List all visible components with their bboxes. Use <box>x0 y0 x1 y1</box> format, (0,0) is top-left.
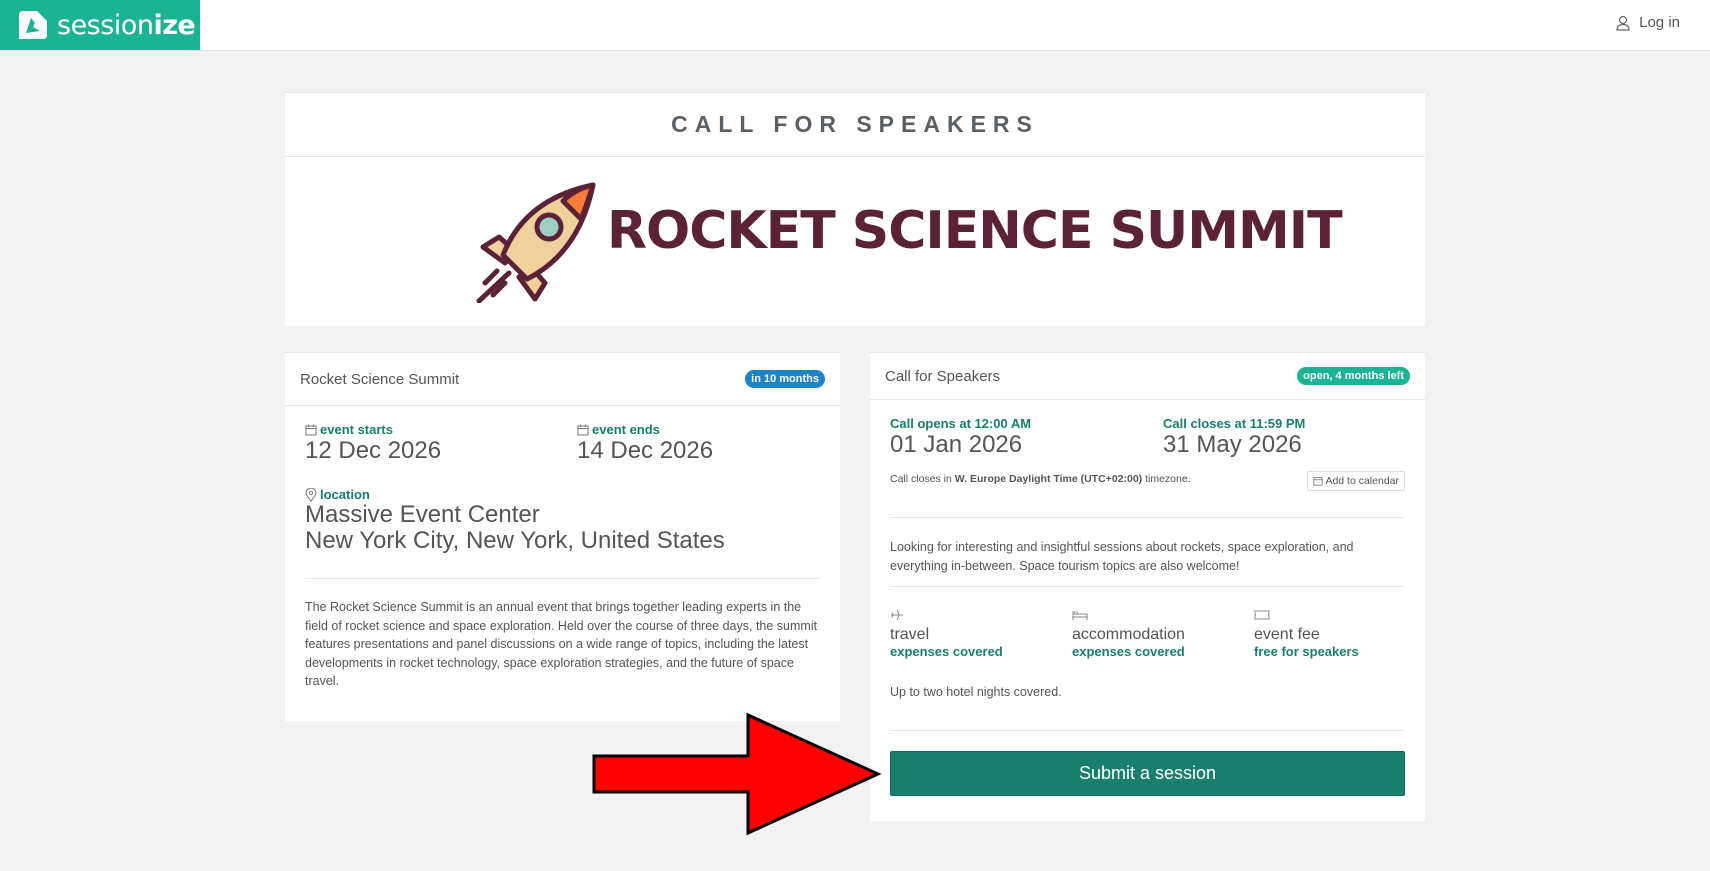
expenses-note: Up to two hotel nights covered. <box>890 685 1062 699</box>
event-location: location Massive Event Center New York C… <box>305 487 725 554</box>
rocket-icon <box>476 182 596 303</box>
red-arrow-annotation <box>592 712 882 836</box>
call-closes: Call closes at 11:59 PM 31 May 2026 <box>1163 416 1305 459</box>
expense-value: expenses covered <box>1072 644 1185 659</box>
plane-icon <box>891 609 903 621</box>
expense-event-fee: event fee free for speakers <box>1254 608 1359 659</box>
event-ends-label: event ends <box>577 422 713 437</box>
timezone-name: W. Europe Daylight Time (UTC+02:00) <box>954 473 1143 485</box>
expense-title: event fee <box>1254 626 1320 643</box>
call-for-speakers-card: Call for Speakers open, 4 months left Ca… <box>870 352 1425 821</box>
cfs-card-title: Call for Speakers <box>885 367 1001 385</box>
event-starts: event starts 12 Dec 2026 <box>305 422 441 465</box>
expense-title: accommodation <box>1072 626 1185 643</box>
expense-title: travel <box>890 626 930 643</box>
event-card-header: Rocket Science Summit in 10 months <box>285 353 840 406</box>
brand-name: sessionize <box>57 9 196 41</box>
call-opens-value: 01 Jan 2026 <box>890 431 1023 458</box>
divider <box>305 578 820 579</box>
event-ends: event ends 14 Dec 2026 <box>577 422 713 465</box>
sessionize-logo-icon <box>19 11 47 39</box>
event-ends-value: 14 Dec 2026 <box>577 437 714 464</box>
calendar-icon <box>577 424 589 435</box>
cfs-description: Looking for interesting and insightful s… <box>890 540 1354 573</box>
expense-accommodation: accommodation expenses covered <box>1072 608 1185 659</box>
submit-session-button[interactable]: Submit a session <box>890 751 1405 796</box>
calendar-icon <box>305 424 317 435</box>
bed-icon <box>1072 611 1088 620</box>
call-closes-value: 31 May 2026 <box>1163 431 1302 458</box>
add-to-calendar-button[interactable]: Add to calendar <box>1307 471 1405 491</box>
map-pin-icon <box>305 487 317 502</box>
expense-value: free for speakers <box>1254 644 1359 659</box>
event-logo-title: ROCKET SCIENCE SUMMIT <box>607 201 1343 261</box>
login-link[interactable]: Log in <box>1616 14 1680 31</box>
event-logo: ROCKET SCIENCE SUMMIT <box>475 179 1343 303</box>
call-closes-label: Call closes at 11:59 PM <box>1163 416 1306 431</box>
divider <box>890 730 1405 731</box>
expense-travel: travel expenses covered <box>890 608 1003 659</box>
event-time-badge: in 10 months <box>745 370 825 388</box>
sessionize-logo[interactable]: sessionize <box>0 0 200 50</box>
event-name: Rocket Science Summit <box>300 370 460 388</box>
expense-value: expenses covered <box>890 644 1003 659</box>
calendar-icon <box>1313 477 1324 486</box>
event-description: The Rocket Science Summit is an annual e… <box>305 600 818 688</box>
user-icon <box>1616 15 1630 31</box>
location-venue: Massive Event Center <box>305 501 540 528</box>
timezone-note: Call closes in W. Europe Daylight Time (… <box>890 473 1191 485</box>
ticket-icon <box>1254 610 1270 620</box>
divider <box>890 517 1405 518</box>
cfs-card-header: Call for Speakers open, 4 months left <box>870 353 1425 400</box>
call-opens-label: Call opens at 12:00 AM <box>890 416 1032 431</box>
call-opens: Call opens at 12:00 AM 01 Jan 2026 <box>890 416 1031 459</box>
cfs-status-badge: open, 4 months left <box>1297 367 1410 385</box>
divider <box>890 586 1405 587</box>
location-label: location <box>305 487 725 502</box>
location-city: New York City, New York, United States <box>305 527 725 554</box>
login-label: Log in <box>1639 14 1680 31</box>
page-title: CALL FOR SPEAKERS <box>285 93 1425 157</box>
event-starts-value: 12 Dec 2026 <box>305 437 442 464</box>
event-starts-label: event starts <box>305 422 441 437</box>
event-info-card: Rocket Science Summit in 10 months event… <box>285 352 840 721</box>
event-header-panel: CALL FOR SPEAKERS ROCKET SCIENCE SUMMIT <box>285 92 1425 326</box>
top-navbar: sessionize Log in <box>0 0 1710 51</box>
